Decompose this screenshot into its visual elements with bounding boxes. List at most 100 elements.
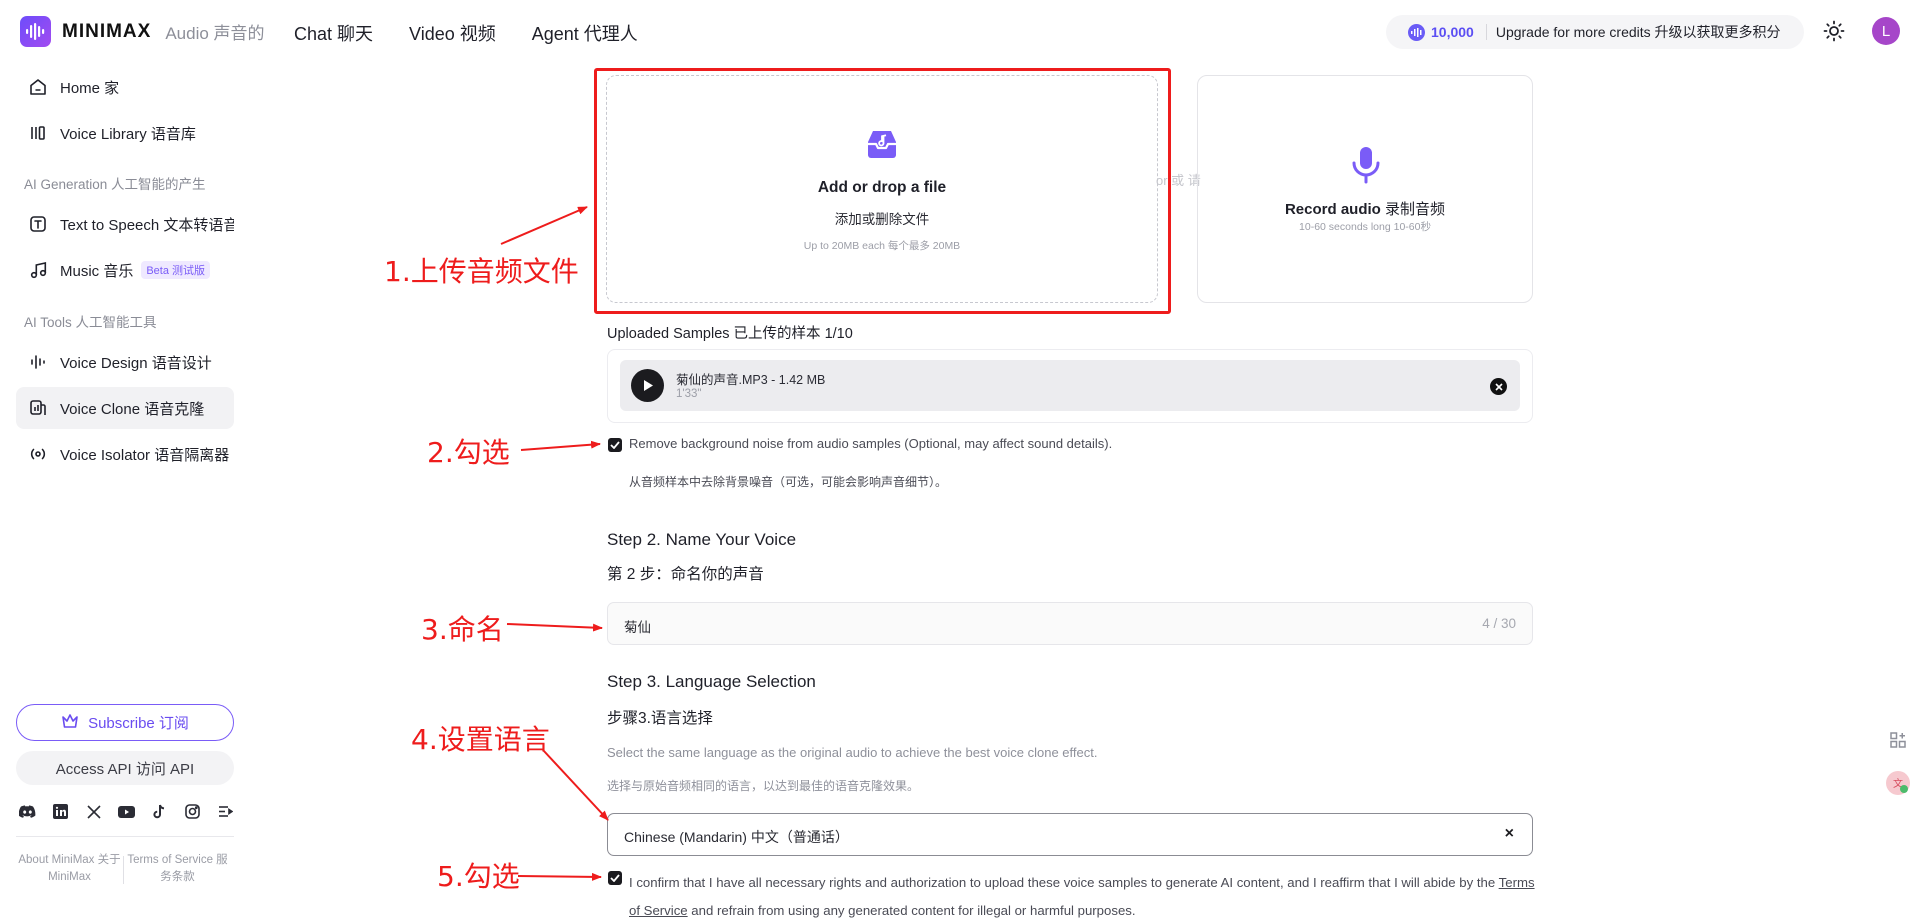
annotation-3: 3.命名 xyxy=(421,613,504,646)
sidebar-item-label: Voice Isolator 语音隔离器 xyxy=(60,446,230,464)
character-count: 4 / 30 xyxy=(1482,616,1516,631)
voice-name-input[interactable]: 菊仙 4 / 30 xyxy=(607,602,1533,645)
sample-item: 菊仙的声音.MP3 - 1.42 MB 1'33" xyxy=(620,360,1520,411)
sidebar-item-label: Voice Design 语音设计 xyxy=(60,354,212,372)
product-name: Audio 声音的 xyxy=(165,24,265,43)
sidebar-item-voice-clone[interactable]: Voice Clone 语音克隆 xyxy=(16,387,234,429)
library-icon xyxy=(28,123,48,143)
linkedin-icon[interactable] xyxy=(51,802,70,821)
language-hint: Select the same language as the original… xyxy=(607,745,1098,760)
uploaded-samples-label: Uploaded Samples 已上传的样本 1/10 xyxy=(607,326,853,342)
x-twitter-icon[interactable] xyxy=(84,802,103,821)
social-links xyxy=(18,802,235,821)
arrow-2 xyxy=(520,440,601,451)
sidebar-item-label: Voice Library 语音库 xyxy=(60,125,196,143)
step2-title: Step 2. Name Your Voice xyxy=(607,530,797,549)
beta-badge: Beta 测试版 xyxy=(141,261,211,279)
credits-icon xyxy=(1408,23,1425,41)
clear-language-icon[interactable]: × xyxy=(1505,825,1514,843)
samples-list: 菊仙的声音.MP3 - 1.42 MB 1'33" xyxy=(607,349,1533,423)
arrow-5 xyxy=(517,872,602,881)
record-audio-card[interactable]: Record audio 录制音频 10-60 seconds long 10-… xyxy=(1197,75,1533,303)
confirm-rights-checkbox[interactable] xyxy=(608,871,622,885)
step3-title: Step 3. Language Selection xyxy=(607,672,816,691)
user-avatar[interactable]: L xyxy=(1872,17,1900,45)
sidebar-item-label: Text to Speech 文本转语音 xyxy=(60,216,234,234)
about-link[interactable]: About MiniMax 关于 MiniMax xyxy=(16,852,123,886)
top-bar: MINIMAX Audio 声音的 Chat 聊天 Video 视频 Agent… xyxy=(0,0,1920,62)
sidebar: Home 家 Voice Library 语音库 AI Generation 人… xyxy=(0,62,240,919)
crown-icon xyxy=(61,713,79,733)
credits-divider xyxy=(1485,24,1487,40)
sidebar-item-music[interactable]: Music 音乐 Beta 测试版 xyxy=(16,249,234,291)
instagram-icon[interactable] xyxy=(183,802,202,821)
upgrade-link[interactable]: Upgrade for more credits 升级以获取更多积分 xyxy=(1496,22,1781,42)
language-value: Chinese (Mandarin) 中文（普通话） xyxy=(624,829,849,845)
or-divider-text: or 或 请 xyxy=(1156,173,1201,188)
sidebar-item-home[interactable]: Home 家 xyxy=(16,66,234,108)
play-icon[interactable] xyxy=(631,369,664,402)
language-hint-cn: 选择与原始音频相同的语言，以达到最佳的语音克隆效果。 xyxy=(607,779,920,793)
annotation-4: 4.设置语言 xyxy=(411,723,550,756)
voice-design-icon xyxy=(28,352,48,372)
music-note-icon xyxy=(28,260,48,280)
subscribe-label: Subscribe 订阅 xyxy=(88,715,189,732)
voice-clone-icon xyxy=(28,398,48,418)
theme-toggle-icon[interactable] xyxy=(1823,20,1845,42)
voice-isolator-icon xyxy=(28,444,48,464)
annotation-5: 5.勾选 xyxy=(437,860,520,893)
footer-links: About MiniMax 关于 MiniMax Terms of Servic… xyxy=(16,852,234,886)
tiktok-icon[interactable] xyxy=(150,802,169,821)
nav-video[interactable]: Video 视频 xyxy=(409,20,496,46)
sidebar-item-voice-library[interactable]: Voice Library 语音库 xyxy=(16,112,234,154)
annotation-1: 1.上传音频文件 xyxy=(384,255,579,288)
sidebar-divider xyxy=(16,836,234,837)
language-select[interactable]: Chinese (Mandarin) 中文（普通话） × xyxy=(607,813,1533,856)
remove-noise-label: Remove background noise from audio sampl… xyxy=(629,436,1113,451)
remove-sample-icon[interactable] xyxy=(1490,378,1507,395)
record-title-en: Record audio xyxy=(1284,201,1381,218)
top-nav: Chat 聊天 Video 视频 Agent 代理人 xyxy=(294,20,638,46)
section-ai-generation: AI Generation 人工智能的产生 xyxy=(24,177,206,192)
feed-icon[interactable] xyxy=(216,802,235,821)
annotation-2: 2.勾选 xyxy=(427,436,510,469)
voice-name-value: 菊仙 xyxy=(624,620,651,635)
sidebar-item-voice-isolator[interactable]: Voice Isolator 语音隔离器 xyxy=(16,433,234,475)
sample-file-name: 菊仙的声音.MP3 - 1.42 MB xyxy=(676,373,826,387)
access-api-button[interactable]: Access API 访问 API xyxy=(16,751,234,785)
confirm-text-before: I confirm that I have all necessary righ… xyxy=(629,875,1499,890)
sample-duration: 1'33" xyxy=(676,388,702,400)
annotation-frame xyxy=(594,68,1171,314)
step2-subtitle: 第 2 步：命名你的声音 xyxy=(607,566,764,583)
youtube-icon[interactable] xyxy=(117,802,136,821)
remove-noise-checkbox[interactable] xyxy=(608,438,622,452)
translate-icon[interactable]: 文 xyxy=(1885,770,1911,796)
confirm-text-after: and refrain from using any generated con… xyxy=(687,903,1136,918)
subscribe-button[interactable]: Subscribe 订阅 xyxy=(16,704,234,741)
arrow-4 xyxy=(542,749,609,821)
terms-link[interactable]: Terms of Service 服务条款 xyxy=(124,852,231,886)
add-widget-icon[interactable] xyxy=(1885,727,1911,753)
record-title: Record audio 录制音频 xyxy=(1198,198,1532,219)
record-duration-hint: 10-60 seconds long 10-60秒 xyxy=(1299,221,1431,233)
sidebar-item-text-to-speech[interactable]: Text to Speech 文本转语音 xyxy=(16,203,234,245)
credits-value: 10,000 xyxy=(1431,24,1474,40)
sidebar-item-label: Music 音乐 xyxy=(60,262,134,280)
logo-text: MINIMAX xyxy=(62,20,152,42)
logo[interactable]: MINIMAX Audio 声音的 xyxy=(20,16,265,47)
sidebar-item-label: Home 家 xyxy=(60,79,120,97)
microphone-icon xyxy=(1351,146,1381,189)
arrow-1 xyxy=(500,206,588,245)
remove-noise-label-cn: 从音频样本中去除背景噪音（可选，可能会影响声音细节）。 xyxy=(629,475,948,489)
step3-subtitle: 步骤3.语言选择 xyxy=(607,710,713,727)
record-title-cn: 录制音频 xyxy=(1385,201,1446,218)
text-to-speech-icon xyxy=(28,214,48,234)
section-ai-tools: AI Tools 人工智能工具 xyxy=(24,315,157,330)
nav-agent[interactable]: Agent 代理人 xyxy=(532,20,638,46)
confirm-rights-label: I confirm that I have all necessary righ… xyxy=(629,869,1539,919)
sidebar-item-voice-design[interactable]: Voice Design 语音设计 xyxy=(16,341,234,383)
discord-icon[interactable] xyxy=(18,802,37,821)
nav-chat[interactable]: Chat 聊天 xyxy=(294,20,373,46)
credits-pill[interactable]: 10,000 Upgrade for more credits 升级以获取更多积… xyxy=(1386,15,1804,49)
arrow-3 xyxy=(506,623,603,632)
